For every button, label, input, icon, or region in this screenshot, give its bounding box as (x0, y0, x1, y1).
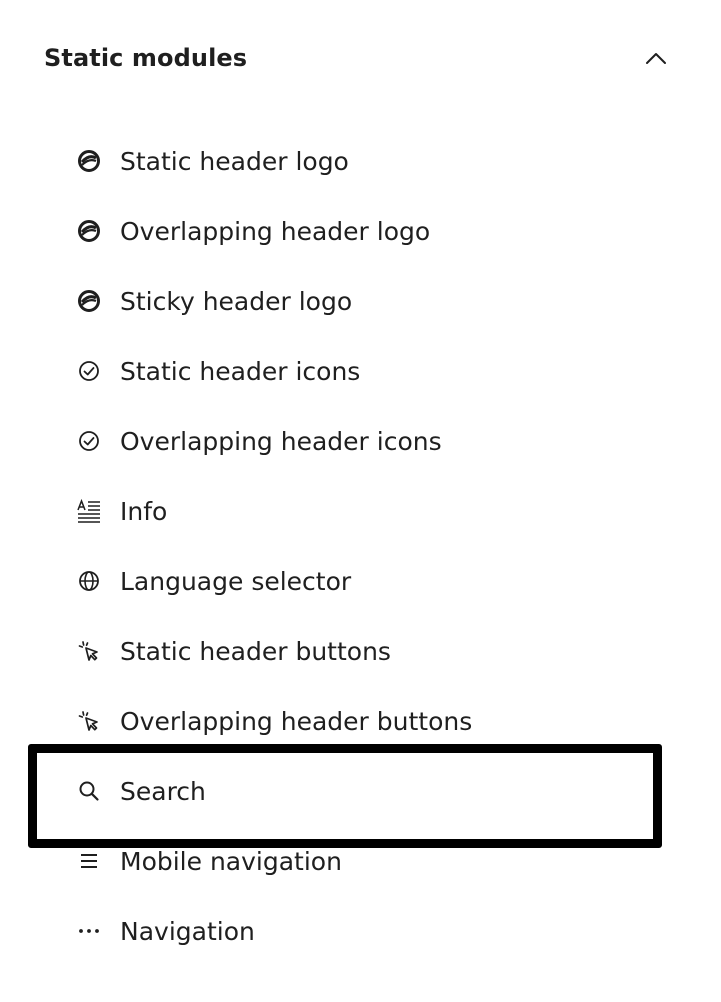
module-label: Static header logo (120, 146, 349, 176)
module-item-static-header-buttons[interactable]: Static header buttons (76, 626, 636, 676)
module-item-overlapping-header-logo[interactable]: Overlapping header logo (76, 206, 636, 256)
module-item-language-selector[interactable]: Language selector (76, 556, 636, 606)
cursor-click-icon (76, 638, 102, 664)
module-item-static-header-logo[interactable]: Static header logo (76, 136, 636, 186)
module-label: Mobile navigation (120, 846, 342, 876)
check-circle-icon (76, 358, 102, 384)
section-title: Static modules (44, 44, 248, 72)
module-label: Static header buttons (120, 636, 391, 666)
module-label: Language selector (120, 566, 352, 596)
check-circle-icon (76, 428, 102, 454)
module-label: Overlapping header buttons (120, 706, 473, 736)
more-horizontal-icon (76, 918, 102, 944)
module-item-info[interactable]: Info (76, 486, 636, 536)
logo-icon (76, 148, 102, 174)
module-label: Info (120, 496, 168, 526)
module-item-overlapping-header-icons[interactable]: Overlapping header icons (76, 416, 636, 466)
text-format-icon (76, 498, 102, 524)
module-item-static-header-icons[interactable]: Static header icons (76, 346, 636, 396)
module-item-navigation[interactable]: Navigation (76, 906, 636, 956)
module-item-overlapping-header-buttons[interactable]: Overlapping header buttons (76, 696, 636, 746)
cursor-click-icon (76, 708, 102, 734)
chevron-up-icon[interactable] (642, 44, 670, 72)
static-modules-header[interactable]: Static modules (44, 36, 674, 80)
module-label: Overlapping header icons (120, 426, 442, 456)
module-label: Navigation (120, 916, 255, 946)
module-item-sticky-header-logo[interactable]: Sticky header logo (76, 276, 636, 326)
search-highlight-box (28, 744, 662, 848)
hamburger-menu-icon (76, 848, 102, 874)
globe-icon (76, 568, 102, 594)
logo-icon (76, 218, 102, 244)
logo-icon (76, 288, 102, 314)
module-label: Static header icons (120, 356, 361, 386)
module-label: Sticky header logo (120, 286, 353, 316)
module-label: Overlapping header logo (120, 216, 431, 246)
